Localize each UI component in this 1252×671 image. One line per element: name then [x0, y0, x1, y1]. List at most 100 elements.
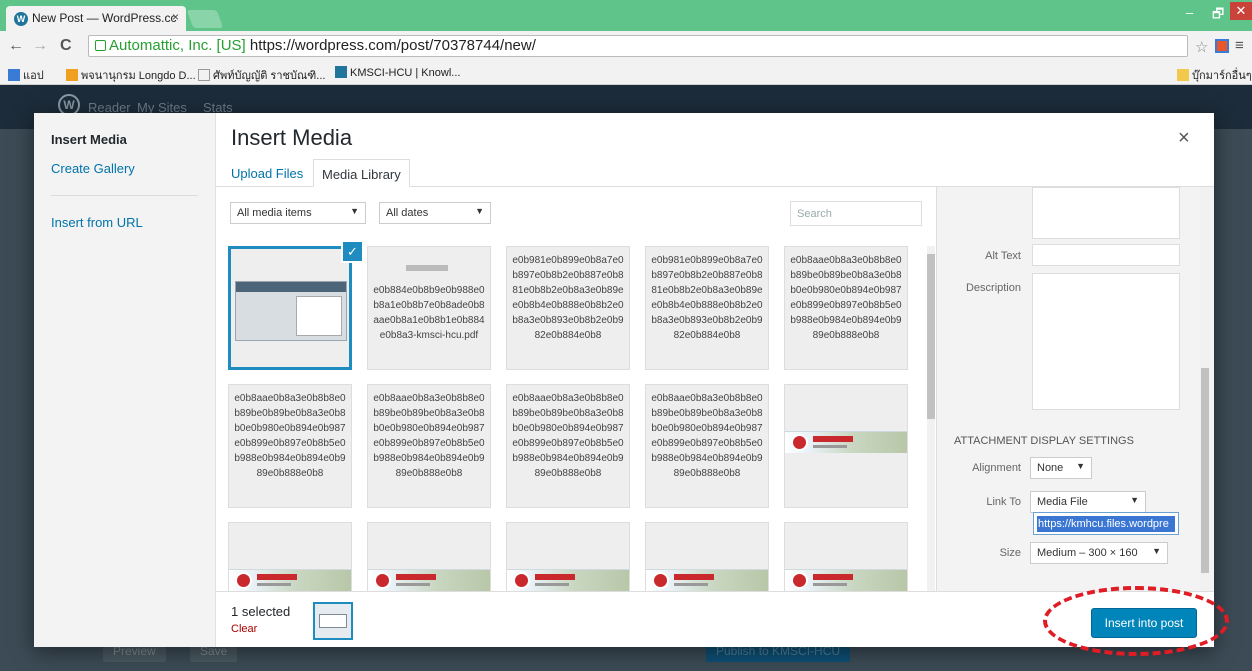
- media-item[interactable]: e0b8aae0b8a3e0b8b8e0b89be0b89be0b8a3e0b8…: [784, 246, 908, 370]
- media-item[interactable]: e0b8aae0b8a3e0b8b8e0b89be0b89be0b8a3e0b8…: [228, 384, 352, 508]
- menu-create-gallery[interactable]: Create Gallery: [51, 161, 135, 176]
- close-icon[interactable]: ×: [1178, 127, 1190, 150]
- url-field[interactable]: Automattic, Inc. [US] https://wordpress.…: [88, 35, 1188, 57]
- media-item[interactable]: e0b981e0b899e0b8a7e0b897e0b8b2e0b887e0b8…: [506, 246, 630, 370]
- selected-thumbnail[interactable]: [313, 602, 353, 640]
- browser-menu-icon[interactable]: ≡: [1235, 37, 1244, 54]
- media-item[interactable]: [506, 522, 630, 591]
- maximize-icon[interactable]: 🗗: [1212, 5, 1224, 27]
- banner-thumbnail: [785, 569, 907, 591]
- chevron-down-icon: ▼: [1130, 495, 1139, 505]
- grid-scrollbar[interactable]: [927, 246, 935, 591]
- media-filename: e0b8aae0b8a3e0b8b8e0b89be0b89be0b8a3e0b8…: [373, 393, 485, 479]
- chevron-down-icon: ▼: [1152, 546, 1161, 556]
- tab-upload-files[interactable]: Upload Files: [223, 159, 311, 187]
- window-close-icon[interactable]: ✕: [1230, 2, 1252, 20]
- minimize-icon[interactable]: ‒: [1186, 5, 1193, 20]
- seal-icon: [791, 434, 808, 451]
- bookmark-star-icon[interactable]: ☆: [1195, 38, 1208, 56]
- page-icon: [198, 69, 210, 81]
- seal-icon: [652, 572, 669, 589]
- banner-thumbnail: [368, 569, 490, 591]
- apps-grid-icon: [8, 69, 20, 81]
- media-type-filter[interactable]: All media items ▼: [230, 202, 366, 224]
- screenshot-thumbnail: [235, 281, 347, 341]
- menu-insert-media[interactable]: Insert Media: [51, 132, 127, 147]
- media-item[interactable]: e0b884e0b8b9e0b988e0b8a1e0b8b7e0b8ade0b8…: [367, 246, 491, 370]
- alt-text-input[interactable]: [1032, 244, 1180, 266]
- grid-scrollbar-thumb[interactable]: [927, 254, 935, 419]
- media-item[interactable]: [367, 522, 491, 591]
- media-item[interactable]: [228, 246, 352, 370]
- menu-separator: [51, 195, 198, 196]
- forward-icon[interactable]: →: [32, 37, 48, 55]
- reload-icon[interactable]: C: [60, 37, 72, 55]
- sidebar-scrollbar[interactable]: [1200, 187, 1210, 591]
- bookmark-longdo[interactable]: พจนานุกรม Longdo D...: [66, 66, 196, 84]
- media-item[interactable]: e0b8aae0b8a3e0b8b8e0b89be0b89be0b8a3e0b8…: [367, 384, 491, 508]
- seal-icon: [513, 572, 530, 589]
- link-to-label: Link To: [986, 496, 1021, 508]
- media-item[interactable]: [784, 384, 908, 508]
- selection-count: 1 selected: [231, 604, 291, 619]
- link-to-select[interactable]: Media File ▼: [1030, 491, 1146, 513]
- selected-check-icon[interactable]: ✓: [341, 240, 364, 263]
- media-item[interactable]: [645, 522, 769, 591]
- banner-thumbnail: [507, 569, 629, 591]
- media-filename: e0b8aae0b8a3e0b8b8e0b89be0b89be0b8a3e0b8…: [651, 393, 763, 479]
- secure-label: Automattic, Inc. [US]: [109, 37, 246, 54]
- seal-icon: [235, 572, 252, 589]
- other-bookmarks[interactable]: บุ๊กมาร์กอื่นๆ: [1177, 66, 1252, 84]
- chevron-down-icon: ▼: [350, 206, 359, 216]
- new-tab-button[interactable]: [186, 10, 224, 28]
- media-filename: e0b8aae0b8a3e0b8b8e0b89be0b89be0b8a3e0b8…: [790, 255, 902, 341]
- browser-tab[interactable]: W New Post — WordPress.cc ×: [6, 6, 186, 31]
- chevron-down-icon: ▼: [1076, 461, 1085, 471]
- extension-icon[interactable]: [1215, 39, 1229, 53]
- size-label: Size: [999, 547, 1021, 559]
- media-item[interactable]: e0b8aae0b8a3e0b8b8e0b89be0b89be0b8a3e0b8…: [645, 384, 769, 508]
- sidebar-scrollbar-thumb[interactable]: [1201, 368, 1209, 573]
- alignment-label: Alignment: [972, 462, 1021, 474]
- link-url-input[interactable]: https://kmhcu.files.wordpre: [1033, 512, 1179, 535]
- bookmark-kmsci[interactable]: KMSCI-HCU | Knowl...: [335, 66, 460, 79]
- chevron-down-icon: ▼: [475, 206, 484, 216]
- menu-insert-from-url[interactable]: Insert from URL: [51, 215, 143, 230]
- media-filename: e0b884e0b8b9e0b988e0b8a1e0b8b7e0b8ade0b8…: [373, 285, 485, 341]
- media-grid: e0b884e0b8b9e0b988e0b8a1e0b8b7e0b8ade0b8…: [216, 236, 936, 591]
- clear-selection-link[interactable]: Clear: [231, 623, 257, 635]
- caption-textarea[interactable]: [1032, 187, 1180, 239]
- date-filter[interactable]: All dates ▼: [379, 202, 491, 224]
- media-filename: e0b981e0b899e0b8a7e0b897e0b8b2e0b887e0b8…: [651, 255, 763, 341]
- bookmark-royal-institute[interactable]: ศัพท์บัญญัติ ราชบัณฑิ...: [198, 66, 325, 84]
- seal-icon: [374, 572, 391, 589]
- media-item[interactable]: [784, 522, 908, 591]
- tab-title: New Post — WordPress.cc: [32, 11, 177, 25]
- search-input[interactable]: Search: [790, 201, 922, 226]
- tab-media-library[interactable]: Media Library: [313, 159, 410, 187]
- media-item[interactable]: [228, 522, 352, 591]
- modal-title: Insert Media: [231, 125, 353, 150]
- back-icon[interactable]: ←: [8, 37, 24, 55]
- media-item[interactable]: e0b8aae0b8a3e0b8b8e0b89be0b89be0b8a3e0b8…: [506, 384, 630, 508]
- media-filename: e0b981e0b899e0b8a7e0b897e0b8b2e0b887e0b8…: [512, 255, 624, 341]
- alignment-select[interactable]: None ▼: [1030, 457, 1092, 479]
- banner-thumbnail: [785, 431, 907, 453]
- description-label: Description: [965, 282, 1021, 294]
- media-item[interactable]: e0b981e0b899e0b8a7e0b897e0b8b2e0b887e0b8…: [645, 246, 769, 370]
- lock-icon: [95, 40, 106, 51]
- size-select[interactable]: Medium – 300 × 160 ▼: [1030, 542, 1168, 564]
- annotation-highlight-circle: [1043, 586, 1229, 656]
- banner-thumbnail: [229, 569, 351, 591]
- bookmark-apps[interactable]: แอป: [8, 66, 44, 84]
- folder-icon: [1177, 69, 1189, 81]
- tab-close-icon[interactable]: ×: [172, 10, 179, 24]
- description-textarea[interactable]: [1032, 273, 1180, 410]
- longdo-icon: [66, 69, 78, 81]
- bookmarks-bar: แอป พจนานุกรม Longdo D... ศัพท์บัญญัติ ร…: [0, 61, 1252, 85]
- browser-tab-strip: W New Post — WordPress.cc × ‒ 🗗 ✕: [0, 0, 1252, 31]
- media-filename: e0b8aae0b8a3e0b8b8e0b89be0b89be0b8a3e0b8…: [234, 393, 346, 479]
- media-filename: e0b8aae0b8a3e0b8b8e0b89be0b89be0b8a3e0b8…: [512, 393, 624, 479]
- wordpress-icon: [335, 66, 347, 78]
- seal-icon: [791, 572, 808, 589]
